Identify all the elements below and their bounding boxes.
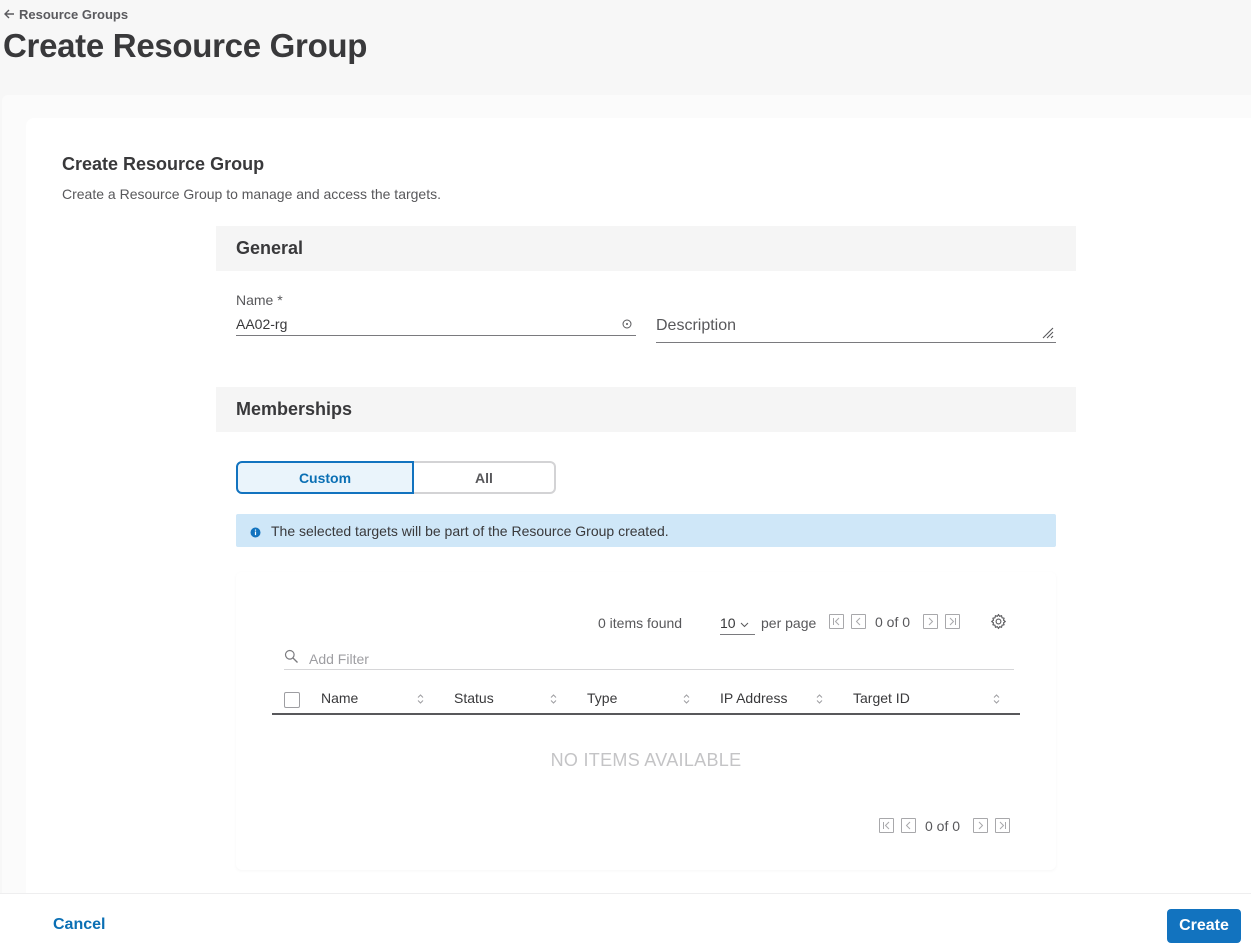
breadcrumb-back-link[interactable]: Resource Groups: [4, 7, 128, 22]
column-header-ip-address[interactable]: IP Address: [720, 690, 787, 706]
first-page-button[interactable]: [829, 614, 844, 629]
chevron-left-icon: [854, 613, 863, 631]
segment-custom[interactable]: Custom: [236, 461, 414, 494]
create-button[interactable]: Create: [1167, 909, 1241, 943]
pager-status-bottom: 0 of 0: [925, 818, 961, 834]
first-page-icon: [832, 613, 841, 631]
next-page-button[interactable]: [923, 614, 938, 629]
last-page-icon: [998, 817, 1007, 835]
prev-page-button[interactable]: [901, 818, 916, 833]
sort-icon[interactable]: [993, 692, 1000, 704]
name-input[interactable]: [236, 312, 606, 335]
empty-table-message: NO ITEMS AVAILABLE: [550, 750, 742, 770]
select-all-checkbox[interactable]: [284, 692, 300, 708]
alert-text: The selected targets will be part of the…: [271, 522, 669, 539]
form-subtitle: Create a Resource Group to manage and ac…: [62, 186, 441, 202]
info-icon[interactable]: [622, 316, 632, 329]
page-title: Create Resource Group: [3, 27, 368, 64]
description-field: [656, 312, 1056, 343]
chevron-right-icon: [976, 817, 985, 835]
search-icon: [284, 649, 299, 669]
items-found-count: 0 items found: [598, 615, 683, 631]
chevron-left-icon: [904, 817, 913, 835]
column-header-type[interactable]: Type: [587, 690, 617, 706]
last-page-icon: [948, 613, 957, 631]
last-page-button[interactable]: [995, 818, 1010, 833]
membership-segmented-control: Custom All: [236, 461, 556, 494]
info-circle-icon: [250, 525, 261, 538]
per-page-select[interactable]: 10: [720, 611, 755, 635]
sort-icon[interactable]: [816, 692, 823, 704]
description-input[interactable]: [656, 312, 1036, 340]
per-page-label: per page: [761, 615, 817, 631]
filter-bar: [284, 648, 1014, 670]
sort-icon[interactable]: [417, 692, 424, 704]
memberships-section-header: Memberships: [216, 387, 1076, 432]
breadcrumb-label: Resource Groups: [19, 7, 129, 22]
column-header-name[interactable]: Name: [321, 690, 358, 706]
per-page-value: 10: [720, 614, 736, 631]
pager-status-top: 0 of 0: [875, 614, 911, 630]
column-header-status[interactable]: Status: [454, 690, 494, 706]
footer-bar: [0, 893, 1251, 948]
column-header-target-id[interactable]: Target ID: [853, 690, 910, 706]
name-field-label: Name *: [236, 292, 283, 308]
last-page-button[interactable]: [945, 614, 960, 629]
filter-input[interactable]: [309, 650, 989, 667]
chevron-right-icon: [926, 613, 935, 631]
segment-all[interactable]: All: [414, 461, 556, 494]
resize-handle-icon[interactable]: [1041, 326, 1054, 339]
prev-page-button[interactable]: [851, 614, 866, 629]
sort-icon[interactable]: [550, 692, 557, 704]
first-page-button[interactable]: [879, 818, 894, 833]
cancel-button[interactable]: Cancel: [53, 916, 105, 934]
table-header-row: Name Status Type IP Address Target ID: [272, 686, 1020, 715]
first-page-icon: [882, 817, 891, 835]
name-field: [236, 312, 636, 336]
form-title: Create Resource Group: [62, 154, 265, 174]
gear-icon[interactable]: [990, 613, 1007, 630]
sort-icon[interactable]: [683, 692, 690, 704]
next-page-button[interactable]: [973, 818, 988, 833]
general-section-header: General: [216, 226, 1076, 271]
info-alert: The selected targets will be part of the…: [236, 514, 1056, 547]
arrow-left-icon: [4, 7, 15, 22]
chevron-down-icon: [740, 615, 749, 631]
